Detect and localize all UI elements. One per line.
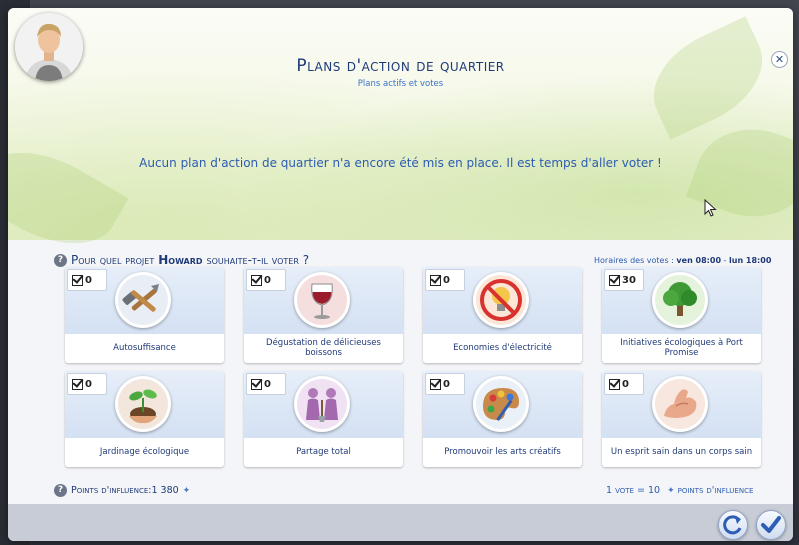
sharing-people-icon bbox=[294, 376, 350, 432]
header-banner: Plans d'action de quartier Plans actifs … bbox=[8, 8, 793, 268]
checkmark-icon bbox=[761, 516, 781, 533]
vote-count-badge: 0 bbox=[246, 373, 286, 395]
reset-button[interactable] bbox=[718, 510, 748, 540]
window-title: Plans d'action de quartier bbox=[296, 56, 505, 76]
leaf-decoration bbox=[685, 111, 793, 235]
ballot-check-icon bbox=[430, 378, 441, 390]
plan-label: Initiatives écologiques à Port Promise bbox=[620, 337, 743, 358]
vote-rate-unit: points d'influence bbox=[677, 485, 754, 496]
sim-name: Howard bbox=[158, 253, 203, 267]
vote-hours: Horaires des votes : ven 08:00 - lun 18:… bbox=[594, 256, 771, 265]
plan-card-jardinage[interactable]: 0 Jardinage écologique bbox=[65, 371, 224, 467]
plan-label: Un esprit sain dans un corps sain bbox=[610, 446, 753, 457]
vote-count-badge: 0 bbox=[67, 269, 107, 291]
neighborhood-plans-window: Plans d'action de quartier Plans actifs … bbox=[8, 8, 793, 541]
ballot-check-icon bbox=[72, 274, 83, 286]
help-icon[interactable]: ? bbox=[54, 484, 67, 497]
confirm-button[interactable] bbox=[756, 510, 786, 540]
flexed-arm-icon bbox=[652, 376, 708, 432]
question-end: souhaite-t-il voter ? bbox=[206, 253, 310, 267]
vote-count-badge: 0 bbox=[604, 373, 644, 395]
no-lightbulb-icon bbox=[473, 272, 529, 328]
influence-points-label: Points d'influence bbox=[71, 485, 149, 496]
plan-card-autosuffisance[interactable]: 0 Autosuffisance bbox=[65, 267, 224, 363]
vote-count: 0 bbox=[443, 274, 450, 286]
influence-points-icon: ✦ bbox=[667, 486, 675, 496]
vote-rate: 1 vote = 10 ✦ points d'influence bbox=[606, 485, 753, 496]
plan-card-initiatives[interactable]: 30 Initiatives écologiques à Port Promis… bbox=[602, 267, 761, 363]
plan-label: Jardinage écologique bbox=[99, 446, 190, 457]
vote-count-badge: 0 bbox=[246, 269, 286, 291]
sim-avatar[interactable] bbox=[15, 13, 83, 81]
plan-label: Autosuffisance bbox=[113, 342, 176, 353]
plan-card-partage[interactable]: 0 Partage total bbox=[244, 371, 403, 467]
vote-count: 0 bbox=[264, 378, 271, 390]
vote-count: 0 bbox=[622, 378, 629, 390]
vote-count-badge: 0 bbox=[67, 373, 107, 395]
help-icon[interactable]: ? bbox=[54, 253, 67, 267]
tools-icon bbox=[115, 272, 171, 328]
close-button[interactable]: ✕ bbox=[771, 51, 788, 68]
vote-hours-start: ven 08:00 bbox=[676, 256, 722, 265]
vote-hours-label: Horaires des votes bbox=[594, 256, 669, 265]
leaf-decoration bbox=[8, 128, 129, 268]
plan-card-arts[interactable]: 0 Promouvoir les arts créatifs bbox=[423, 371, 582, 467]
leaf-decoration bbox=[636, 16, 780, 140]
paint-palette-icon bbox=[473, 376, 529, 432]
plan-card-economies[interactable]: 0 Economies d'électricité bbox=[423, 267, 582, 363]
influence-points-value: :1 380 bbox=[148, 485, 179, 496]
plan-card-degustation[interactable]: 0 Dégustation de délicieuses boissons bbox=[244, 267, 403, 363]
ballot-check-icon bbox=[609, 274, 620, 286]
mouse-cursor-icon bbox=[704, 199, 717, 217]
vote-count-badge: 0 bbox=[425, 269, 465, 291]
ballot-check-icon bbox=[430, 274, 441, 286]
vote-count: 0 bbox=[443, 378, 450, 390]
vote-count: 0 bbox=[85, 274, 92, 286]
question-start: Pour quel projet bbox=[71, 253, 155, 267]
influence-points-icon: ✦ bbox=[182, 485, 191, 496]
window-subtitle: Plans actifs et votes bbox=[357, 79, 444, 89]
ballot-check-icon bbox=[251, 274, 262, 286]
vote-rate-value: 1 vote = 10 bbox=[606, 485, 661, 496]
close-icon: ✕ bbox=[774, 53, 785, 66]
plan-label: Partage total bbox=[296, 446, 351, 457]
ballot-check-icon bbox=[609, 378, 620, 390]
vote-count: 0 bbox=[85, 378, 92, 390]
vote-count: 30 bbox=[622, 274, 636, 286]
plan-label: Economies d'électricité bbox=[453, 342, 552, 353]
wine-glass-icon bbox=[294, 272, 350, 328]
ballot-check-icon bbox=[251, 378, 262, 390]
vote-count-badge: 30 bbox=[604, 269, 644, 291]
vote-hours-end: lun 18:00 bbox=[729, 256, 772, 265]
plan-card-esprit-sain[interactable]: 0 Un esprit sain dans un corps sain bbox=[602, 371, 761, 467]
vote-count-badge: 0 bbox=[425, 373, 465, 395]
refresh-icon bbox=[723, 515, 742, 535]
tree-icon bbox=[652, 272, 708, 328]
no-plans-message: Aucun plan d'action de quartier n'a enco… bbox=[139, 156, 662, 170]
vote-hours-dash: - bbox=[721, 256, 729, 265]
vote-count: 0 bbox=[264, 274, 271, 286]
plan-label: Dégustation de délicieuses boissons bbox=[266, 337, 381, 358]
plan-label: Promouvoir les arts créatifs bbox=[444, 446, 561, 457]
bottom-action-bar bbox=[8, 504, 793, 541]
ballot-check-icon bbox=[72, 378, 83, 390]
seedling-icon bbox=[115, 376, 171, 432]
influence-points: ? Points d'influence :1 380 ✦ bbox=[54, 484, 190, 497]
